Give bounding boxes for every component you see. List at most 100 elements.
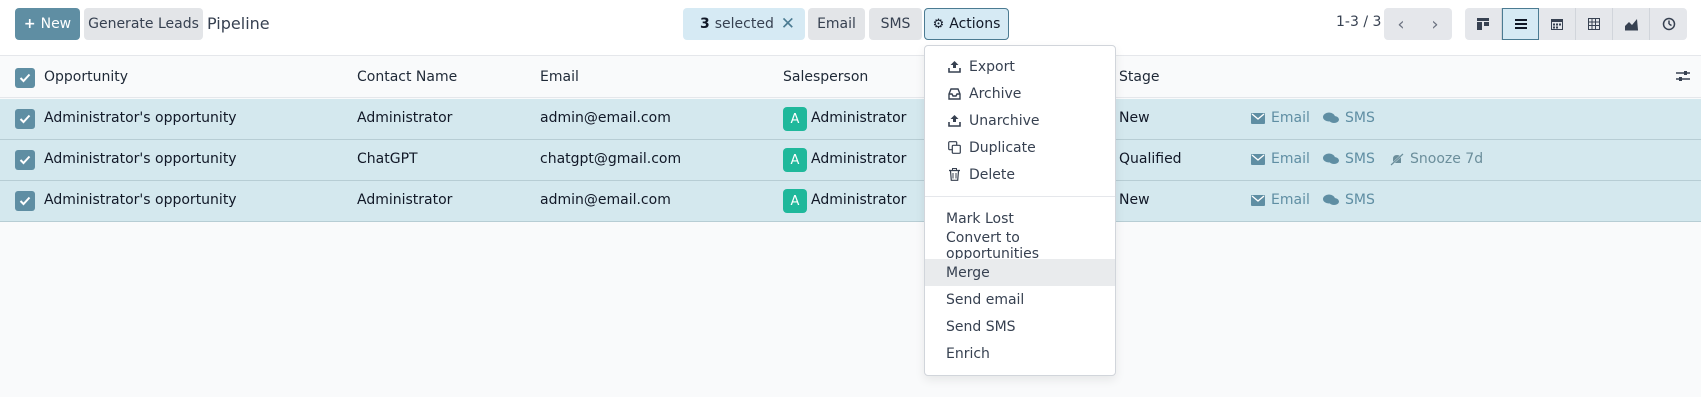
pivot-view-icon[interactable]: [1576, 8, 1613, 40]
row-sms-label: SMS: [1345, 110, 1375, 126]
row-checkbox[interactable]: [15, 109, 35, 129]
salesperson-cell: Administrator: [811, 110, 907, 126]
stage-cell: New: [1119, 110, 1150, 126]
selection-label: selected: [714, 16, 774, 32]
optional-columns-icon[interactable]: [1676, 70, 1690, 86]
header-email[interactable]: Email: [540, 69, 579, 85]
check-icon: [19, 155, 31, 165]
graph-view-icon[interactable]: [1613, 8, 1650, 40]
select-all-checkbox[interactable]: [15, 68, 35, 88]
selection-badge: 3 selected ✕: [683, 8, 805, 40]
menu-item-label: Send email: [946, 291, 1025, 308]
menu-item-convert-to-opportunities[interactable]: Convert to opportunities: [925, 229, 1115, 262]
row-sms-label: SMS: [1345, 192, 1375, 208]
upload-icon: [947, 60, 961, 73]
opportunity-cell: Administrator's opportunity: [44, 192, 237, 208]
avatar: A: [783, 189, 807, 213]
menu-item-duplicate[interactable]: Duplicate: [925, 134, 1115, 161]
menu-item-label: Archive: [969, 85, 1022, 102]
table-header: Opportunity Contact Name Email Salespers…: [0, 58, 1701, 98]
page-title: Pipeline: [207, 14, 270, 33]
envelope-icon: [1251, 194, 1265, 206]
pager-value[interactable]: 1-3 / 3: [1336, 14, 1381, 30]
menu-item-label: Unarchive: [969, 112, 1040, 129]
pager-previous-button[interactable]: ‹: [1384, 8, 1418, 40]
menu-item-archive[interactable]: Archive: [925, 80, 1115, 107]
new-button-label: New: [40, 16, 72, 32]
menu-item-merge[interactable]: Merge: [925, 259, 1115, 286]
row-sms-button[interactable]: SMS: [1323, 110, 1375, 126]
header-contact-name[interactable]: Contact Name: [357, 69, 457, 85]
menu-item-send-email[interactable]: Send email: [925, 286, 1115, 313]
bell-slash-icon: [1390, 152, 1404, 166]
row-email-button[interactable]: Email: [1251, 192, 1310, 208]
check-icon: [19, 114, 31, 124]
comments-icon: [1323, 112, 1339, 123]
contact-name-cell: ChatGPT: [357, 151, 418, 167]
header-stage[interactable]: Stage: [1119, 69, 1159, 85]
stage-cell: New: [1119, 192, 1150, 208]
row-checkbox[interactable]: [15, 191, 35, 211]
new-button[interactable]: + New: [15, 8, 80, 40]
opportunity-cell: Administrator's opportunity: [44, 110, 237, 126]
generate-leads-button[interactable]: Generate Leads: [84, 8, 203, 40]
selection-count: 3: [700, 16, 710, 32]
menu-item-unarchive[interactable]: Unarchive: [925, 107, 1115, 134]
menu-item-label: Send SMS: [946, 318, 1016, 335]
row-email-label: Email: [1271, 192, 1310, 208]
email-cell: admin@email.com: [540, 110, 671, 126]
menu-item-label: Convert to opportunities: [946, 229, 1040, 262]
menu-item-label: Export: [969, 58, 1015, 75]
menu-item-export[interactable]: Export: [925, 53, 1115, 80]
row-sms-button[interactable]: SMS: [1323, 192, 1375, 208]
actions-dropdown-menu: Export Archive Unarchive Duplicate Delet…: [924, 45, 1116, 376]
contact-name-cell: Administrator: [357, 192, 453, 208]
comments-icon: [1323, 194, 1339, 205]
menu-item-label: Delete: [969, 166, 1015, 183]
row-snooze-label: Snooze 7d: [1410, 151, 1484, 167]
avatar: A: [783, 148, 807, 172]
row-email-button[interactable]: Email: [1251, 151, 1310, 167]
row-email-label: Email: [1271, 151, 1310, 167]
table-row[interactable]: Administrator's opportunity Administrato…: [0, 181, 1701, 222]
actions-button[interactable]: ⚙ Actions: [924, 8, 1009, 40]
menu-item-label: Enrich: [946, 345, 990, 362]
actions-label: Actions: [949, 16, 1001, 32]
row-email-button[interactable]: Email: [1251, 110, 1310, 126]
chevron-right-icon: ›: [1431, 13, 1439, 35]
header-opportunity[interactable]: Opportunity: [44, 69, 128, 85]
row-snooze-button[interactable]: Snooze 7d: [1390, 151, 1483, 167]
kanban-view-icon[interactable]: [1465, 8, 1502, 40]
activity-view-icon[interactable]: [1650, 8, 1687, 40]
upload-icon: [947, 114, 961, 127]
gear-icon: ⚙: [932, 16, 945, 32]
email-button[interactable]: Email: [808, 8, 865, 40]
menu-divider: [925, 196, 1115, 197]
list-view-icon[interactable]: [1502, 8, 1539, 40]
menu-item-delete[interactable]: Delete: [925, 161, 1115, 188]
salesperson-cell: Administrator: [811, 192, 907, 208]
table-row[interactable]: Administrator's opportunity ChatGPT chat…: [0, 140, 1701, 181]
menu-item-mark-lost[interactable]: Mark Lost: [925, 205, 1115, 232]
row-checkbox[interactable]: [15, 150, 35, 170]
check-icon: [19, 196, 31, 206]
contact-name-cell: Administrator: [357, 110, 453, 126]
calendar-view-icon[interactable]: [1539, 8, 1576, 40]
inbox-icon: [947, 87, 961, 100]
row-email-label: Email: [1271, 110, 1310, 126]
menu-item-label: Merge: [946, 264, 990, 281]
copy-icon: [947, 141, 961, 154]
menu-item-enrich[interactable]: Enrich: [925, 340, 1115, 367]
opportunity-cell: Administrator's opportunity: [44, 151, 237, 167]
row-sms-button[interactable]: SMS: [1323, 151, 1375, 167]
envelope-icon: [1251, 153, 1265, 165]
sms-button[interactable]: SMS: [869, 8, 922, 40]
pager-next-button[interactable]: ›: [1418, 8, 1452, 40]
view-switcher: [1465, 8, 1687, 40]
envelope-icon: [1251, 112, 1265, 124]
unselect-all-icon[interactable]: ✕: [781, 14, 795, 34]
menu-item-send-sms[interactable]: Send SMS: [925, 313, 1115, 340]
table-row[interactable]: Administrator's opportunity Administrato…: [0, 99, 1701, 140]
header-salesperson[interactable]: Salesperson: [783, 69, 868, 85]
row-sms-label: SMS: [1345, 151, 1375, 167]
